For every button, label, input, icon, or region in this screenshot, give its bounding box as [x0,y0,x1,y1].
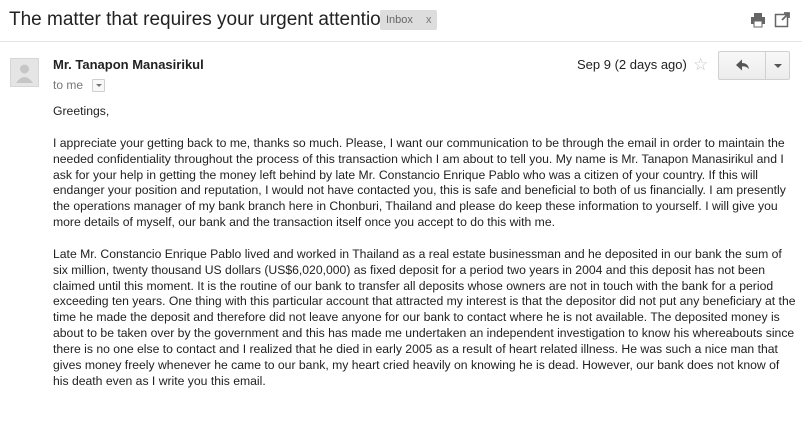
remove-label-button[interactable]: x [426,10,432,30]
subject-bar: The matter that requires your urgent att… [0,0,802,40]
avatar-placeholder-icon [10,58,39,87]
header-divider [0,41,802,42]
sender-name[interactable]: Mr. Tanapon Manasirikul [53,57,204,72]
email-date: Sep 9 (2 days ago) [577,57,687,72]
email-paragraph: I appreciate your getting back to me, th… [53,135,786,230]
recipient-summary: to me [53,78,84,92]
more-actions-button[interactable] [766,52,789,79]
email-subject: The matter that requires your urgent att… [9,9,392,30]
star-icon[interactable]: ☆ [693,55,708,75]
show-details-button[interactable] [92,79,105,92]
person-silhouette-icon [16,64,33,83]
reply-icon [736,59,749,71]
inbox-label-chip[interactable]: Inbox x [380,10,437,30]
reply-button-group [718,51,790,80]
reply-button[interactable] [719,52,765,79]
email-paragraph: Late Mr. Constancio Enrique Pablo lived … [53,246,796,388]
label-name[interactable]: Inbox [386,10,413,30]
email-body: Greetings, I appreciate your getting bac… [53,104,798,406]
print-icon[interactable] [750,12,766,28]
popout-icon[interactable] [774,12,790,28]
email-greeting: Greetings, [53,104,110,118]
